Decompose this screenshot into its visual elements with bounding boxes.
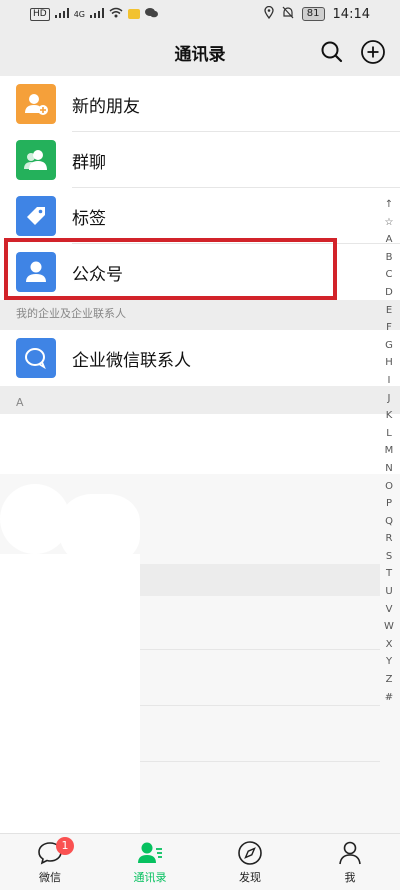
contacts-icon	[137, 840, 163, 866]
contact-section-header-a: A	[0, 392, 400, 414]
group-chats-label: 群聊	[72, 153, 106, 173]
index-letter[interactable]: S	[380, 548, 398, 566]
redaction-block	[0, 554, 140, 833]
index-letter[interactable]: Y	[380, 653, 398, 671]
index-letter[interactable]: P	[380, 495, 398, 513]
index-letter[interactable]: F	[380, 319, 398, 337]
group-icon	[16, 140, 56, 180]
notification-app-icon	[128, 9, 140, 19]
add-icon[interactable]	[360, 39, 386, 65]
index-letter[interactable]: Z	[380, 671, 398, 689]
tab-chats[interactable]: 1 微信	[0, 834, 100, 890]
network-type: 4G	[73, 9, 85, 19]
index-letter[interactable]: K	[380, 407, 398, 425]
signal-icon	[54, 7, 69, 21]
index-letter[interactable]: B	[380, 249, 398, 267]
index-letter[interactable]: #	[380, 689, 398, 707]
add-friend-icon	[16, 84, 56, 124]
index-letter[interactable]: R	[380, 530, 398, 548]
tab-me[interactable]: 我	[300, 834, 400, 890]
hd-indicator: HD	[30, 7, 50, 21]
index-letter[interactable]: O	[380, 478, 398, 496]
divider	[140, 761, 380, 762]
index-letter[interactable]: D	[380, 284, 398, 302]
highlight-box	[4, 238, 337, 300]
status-left: HD 4G	[30, 7, 158, 21]
contact-row-redacted[interactable]	[0, 414, 400, 474]
enterprise-section-header: 我的企业及企业联系人	[0, 302, 400, 326]
index-letter[interactable]: A	[380, 231, 398, 249]
compass-icon	[237, 840, 263, 866]
divider	[140, 649, 380, 650]
nav-header: 通讯录	[0, 28, 400, 76]
index-letter[interactable]: ↑	[380, 196, 398, 214]
redaction-band	[140, 564, 380, 596]
tags-row[interactable]: 标签	[0, 188, 400, 244]
contact-list-redacted[interactable]	[0, 474, 400, 833]
index-letter[interactable]: E	[380, 302, 398, 320]
index-letter[interactable]: T	[380, 565, 398, 583]
tags-label: 标签	[72, 209, 106, 229]
wecom-contacts-icon	[16, 338, 56, 378]
wecom-contacts-label: 企业微信联系人	[72, 351, 191, 371]
index-letter[interactable]: V	[380, 601, 398, 619]
new-friends-label: 新的朋友	[72, 97, 140, 117]
mute-bell-icon	[282, 6, 294, 22]
index-letter[interactable]: ☆	[380, 214, 398, 232]
index-letter[interactable]: I	[380, 372, 398, 390]
index-letter[interactable]: N	[380, 460, 398, 478]
index-letter[interactable]: X	[380, 636, 398, 654]
wifi-icon	[109, 7, 123, 21]
index-letter[interactable]: J	[380, 390, 398, 408]
alphabet-index[interactable]: ↑ ☆ A B C D E F G H I J K L M N O P Q R S T U V W X Y Z #	[380, 196, 398, 706]
index-letter[interactable]: L	[380, 425, 398, 443]
tab-label: 微信	[39, 871, 61, 884]
unread-badge: 1	[56, 837, 74, 855]
status-bar: HD 4G 81 14:14	[0, 0, 400, 28]
new-friends-row[interactable]: 新的朋友	[0, 76, 400, 132]
tab-label: 发现	[239, 871, 261, 884]
group-chats-row[interactable]: 群聊	[0, 132, 400, 188]
search-icon[interactable]	[320, 40, 344, 64]
index-letter[interactable]: W	[380, 618, 398, 636]
profile-icon	[337, 840, 363, 866]
index-letter[interactable]: C	[380, 266, 398, 284]
index-letter[interactable]: Q	[380, 513, 398, 531]
tag-icon	[16, 196, 56, 236]
tab-label: 我	[344, 871, 356, 884]
clock: 14:14	[332, 6, 370, 22]
index-letter[interactable]: U	[380, 583, 398, 601]
index-letter[interactable]: G	[380, 337, 398, 355]
index-letter[interactable]: M	[380, 442, 398, 460]
location-icon	[264, 5, 274, 22]
wechat-notification-icon	[145, 7, 158, 21]
battery-level: 81	[301, 7, 325, 21]
tab-label: 通讯录	[133, 871, 167, 884]
tab-contacts[interactable]: 通讯录	[100, 834, 200, 890]
status-right: 81 14:14	[264, 5, 370, 22]
divider	[140, 705, 380, 706]
tab-discover[interactable]: 发现	[200, 834, 300, 890]
tab-bar: 1 微信 通讯录 发现 我	[0, 833, 400, 890]
index-letter[interactable]: H	[380, 354, 398, 372]
wecom-contacts-row[interactable]: 企业微信联系人	[0, 330, 400, 386]
signal-icon-2	[90, 7, 104, 21]
